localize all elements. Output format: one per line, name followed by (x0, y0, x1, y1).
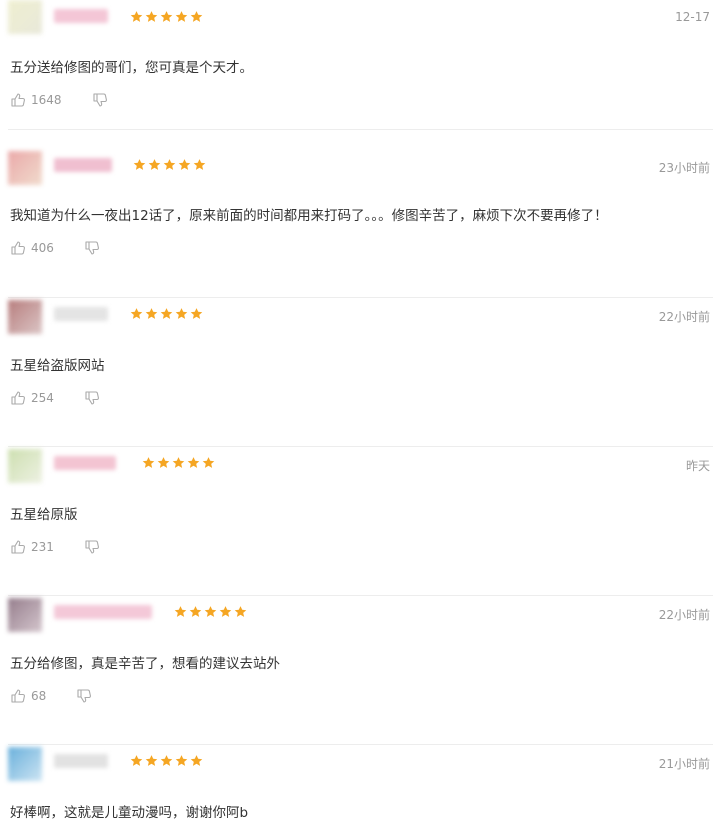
comment-text: 我知道为什么一夜出12话了，原来前面的时间都用来打码了。。。修图辛苦了，麻烦下次… (10, 208, 608, 224)
star-icon (145, 754, 158, 767)
star-icon (190, 754, 203, 767)
rating-stars (130, 307, 203, 320)
star-icon (174, 605, 187, 618)
like-button[interactable]: 254 (10, 390, 54, 406)
thumbs-up-icon (10, 390, 26, 406)
star-icon (204, 605, 217, 618)
like-count: 1648 (31, 93, 62, 107)
comment-text: 五分送给修图的哥们，您可真是个天才。 (10, 60, 253, 76)
comment-text: 好棒啊，这就是儿童动漫吗，谢谢你阿b (10, 805, 249, 821)
username[interactable] (54, 605, 152, 619)
comment-item: 22小时前 五星给盗版网站 254 (0, 298, 723, 447)
star-icon (190, 307, 203, 320)
username[interactable] (54, 158, 112, 172)
username[interactable] (54, 456, 116, 470)
comment-item: 22小时前 五分给修图，真是辛苦了，想看的建议去站外 68 (0, 596, 723, 745)
thumbs-down-icon (92, 92, 108, 108)
star-icon (133, 158, 146, 171)
rating-stars (142, 456, 215, 469)
divider (8, 129, 713, 130)
rating-stars (133, 158, 206, 171)
star-icon (145, 10, 158, 23)
comment-time: 22小时前 (658, 310, 710, 324)
star-icon (172, 456, 185, 469)
avatar[interactable] (8, 151, 42, 185)
avatar[interactable] (8, 0, 42, 34)
star-icon (160, 754, 173, 767)
star-icon (178, 158, 191, 171)
thumbs-down-icon (84, 240, 100, 256)
like-button[interactable]: 68 (10, 688, 46, 704)
rating-stars (130, 754, 203, 767)
rating-stars (130, 10, 203, 23)
comment-text: 五分给修图，真是辛苦了，想看的建议去站外 (10, 656, 280, 672)
comment-time: 23小时前 (658, 161, 710, 175)
comment-text: 五星给原版 (10, 507, 78, 523)
star-icon (130, 754, 143, 767)
star-icon (219, 605, 232, 618)
dislike-button[interactable] (84, 390, 100, 406)
dislike-button[interactable] (92, 92, 108, 108)
thumbs-down-icon (84, 390, 100, 406)
avatar[interactable] (8, 449, 42, 483)
comment-time: 12-17 (675, 10, 710, 24)
like-count: 406 (31, 241, 54, 255)
dislike-button[interactable] (76, 688, 92, 704)
like-button[interactable]: 1648 (10, 92, 62, 108)
thumbs-down-icon (84, 539, 100, 555)
comment-item: 昨天 五星给原版 231 (0, 447, 723, 596)
star-icon (189, 605, 202, 618)
avatar[interactable] (8, 598, 42, 632)
star-icon (175, 754, 188, 767)
star-icon (157, 456, 170, 469)
comment-time: 22小时前 (658, 608, 710, 622)
like-count: 231 (31, 540, 54, 554)
like-button[interactable]: 231 (10, 539, 54, 555)
star-icon (190, 10, 203, 23)
comment-item: 21小时前 好棒啊，这就是儿童动漫吗，谢谢你阿b (0, 745, 723, 823)
thumbs-up-icon (10, 688, 26, 704)
comment-list: 12-17 五分送给修图的哥们，您可真是个天才。 1648 23小时前 我知道为… (0, 0, 723, 821)
thumbs-down-icon (76, 688, 92, 704)
avatar[interactable] (8, 300, 42, 334)
comment-time: 昨天 (685, 459, 710, 473)
star-icon (175, 307, 188, 320)
comment-text: 五星给盗版网站 (10, 358, 105, 374)
star-icon (187, 456, 200, 469)
username[interactable] (54, 307, 108, 321)
star-icon (175, 10, 188, 23)
star-icon (193, 158, 206, 171)
star-icon (202, 456, 215, 469)
star-icon (145, 307, 158, 320)
comment-item: 12-17 五分送给修图的哥们，您可真是个天才。 1648 (0, 0, 723, 149)
username[interactable] (54, 9, 108, 23)
thumbs-up-icon (10, 539, 26, 555)
thumbs-up-icon (10, 240, 26, 256)
star-icon (163, 158, 176, 171)
like-count: 254 (31, 391, 54, 405)
dislike-button[interactable] (84, 539, 100, 555)
avatar[interactable] (8, 747, 42, 781)
rating-stars (174, 605, 247, 618)
thumbs-up-icon (10, 92, 26, 108)
like-button[interactable]: 406 (10, 240, 54, 256)
star-icon (234, 605, 247, 618)
like-count: 68 (31, 689, 47, 703)
star-icon (130, 307, 143, 320)
star-icon (160, 307, 173, 320)
star-icon (160, 10, 173, 23)
star-icon (148, 158, 161, 171)
comment-item: 23小时前 我知道为什么一夜出12话了，原来前面的时间都用来打码了。。。修图辛苦… (0, 149, 723, 298)
username[interactable] (54, 754, 108, 768)
dislike-button[interactable] (84, 240, 100, 256)
star-icon (142, 456, 155, 469)
comment-time: 21小时前 (658, 757, 710, 771)
star-icon (130, 10, 143, 23)
